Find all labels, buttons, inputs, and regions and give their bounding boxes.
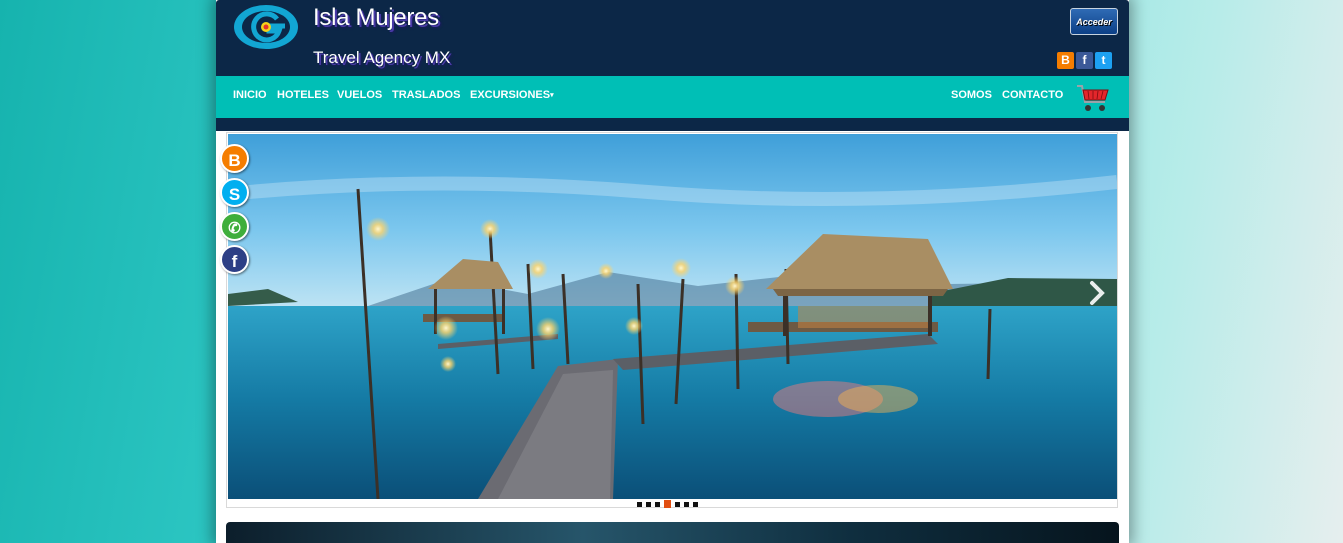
skype-icon[interactable]: S xyxy=(220,178,249,207)
nav-excursiones[interactable]: EXCURSIONES▾ xyxy=(470,89,554,101)
slider-dot[interactable] xyxy=(655,502,660,507)
login-button[interactable]: Acceder xyxy=(1070,8,1118,35)
blogger-icon[interactable]: B xyxy=(1057,52,1074,69)
chevron-right-icon[interactable] xyxy=(1089,280,1105,306)
header-social-links: B f t xyxy=(1057,52,1112,69)
slider-dot[interactable] xyxy=(646,502,651,507)
slider-dot-active[interactable] xyxy=(664,500,671,508)
twitter-icon[interactable]: t xyxy=(1095,52,1112,69)
facebook-icon[interactable]: f xyxy=(1076,52,1093,69)
slider-dot[interactable] xyxy=(693,502,698,507)
next-section-banner xyxy=(226,522,1119,543)
nav-excursiones-label: EXCURSIONES xyxy=(470,89,551,101)
nav-inicio[interactable]: INICIO xyxy=(233,89,267,101)
logo-icon[interactable] xyxy=(233,4,299,50)
slide-image xyxy=(228,134,1117,499)
nav-vuelos[interactable]: VUELOS xyxy=(337,89,382,101)
slider-pagination xyxy=(637,500,698,508)
slider-dot[interactable] xyxy=(675,502,680,507)
site-subtitle: Travel Agency MX xyxy=(313,48,451,67)
nav-bottom-band xyxy=(216,118,1129,131)
nav-traslados[interactable]: TRASLADOS xyxy=(392,89,460,101)
shopping-cart-icon[interactable] xyxy=(1075,82,1111,114)
facebook-icon[interactable]: f xyxy=(220,245,249,274)
main-nav: INICIO HOTELES VUELOS TRASLADOS EXCURSIO… xyxy=(216,76,1129,118)
nav-hoteles[interactable]: HOTELES xyxy=(277,89,329,101)
whatsapp-icon[interactable]: ✆ xyxy=(220,212,249,241)
page-container: Isla Mujeres Travel Agency MX Acceder B … xyxy=(216,0,1129,543)
site-title[interactable]: Isla Mujeres xyxy=(313,4,439,32)
nav-somos[interactable]: SOMOS xyxy=(951,89,992,101)
site-header: Isla Mujeres Travel Agency MX Acceder B … xyxy=(216,0,1129,76)
caret-down-icon: ▾ xyxy=(550,92,554,100)
slider-dot[interactable] xyxy=(637,502,642,507)
slider-dot[interactable] xyxy=(684,502,689,507)
nav-contacto[interactable]: CONTACTO xyxy=(1002,89,1063,101)
blogger-icon[interactable]: B xyxy=(220,144,249,173)
